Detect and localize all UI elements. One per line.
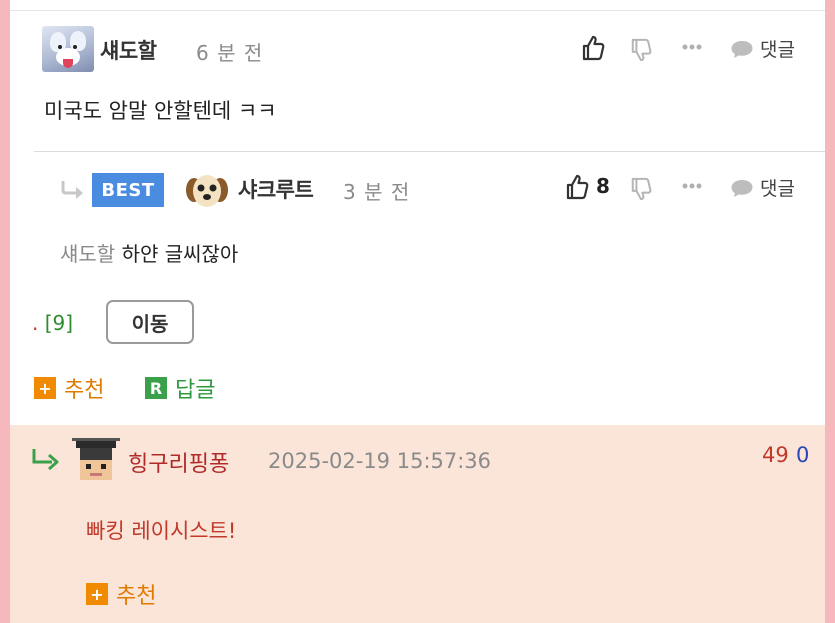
page-count-value: [9] [44,311,74,335]
user-avatar[interactable] [184,172,230,210]
comment-divider [34,151,825,152]
comment-body: 미국도 암말 안할텐데 ㅋㅋ [44,99,277,123]
comment-time: 3 분 전 [343,180,411,204]
user-avatar[interactable] [42,26,94,72]
more-icon[interactable] [681,42,703,52]
reply-button[interactable]: 댓글 [730,174,795,201]
recommend-button[interactable]: + 추천 [86,578,156,610]
reply-date: 2025-02-19 15:57:36 [268,449,492,473]
recommend-label: 추천 [116,584,157,609]
downvote-count: 0 [796,443,810,467]
plus-icon: + [34,377,56,399]
like-count: 8 [596,174,610,198]
comment-body: 섀도할 하얀 글씨잖아 [60,238,238,267]
top-divider [10,10,825,11]
best-badge: BEST [92,173,164,207]
thumbs-down-icon[interactable] [629,176,653,202]
reply-arrow-icon [30,447,60,477]
page-count: . [9] [32,311,73,335]
thumbs-down-icon[interactable] [629,37,653,63]
upvote-count: 49 [762,443,789,467]
mention-nickname[interactable]: 섀도할 [60,242,115,266]
reply-button[interactable]: 댓글 [730,35,795,62]
thumbs-up-icon[interactable] [580,34,606,62]
reply-label: 댓글 [760,39,795,61]
more-icon[interactable] [681,181,703,191]
goto-button[interactable]: 이동 [106,300,194,344]
speech-bubble-icon [731,40,753,58]
user-avatar[interactable] [72,438,120,484]
reply-nickname[interactable]: 힝구리핑퐁 [128,446,229,478]
reply-indent-arrow-icon [60,179,86,201]
recommend-label: 추천 [64,378,105,403]
reply-label: 댓글 [760,178,795,200]
thumbs-up-icon[interactable] [564,173,590,201]
comment-body-text: 하얀 글씨잖아 [121,242,239,266]
page-dot: . [32,311,39,335]
reply-body: 빠킹 레이시스트! [86,519,237,543]
comment-time: 6 분 전 [196,41,264,65]
speech-bubble-icon [731,179,753,197]
reply-r-icon: R [145,377,167,399]
reply-write-button[interactable]: R 답글 [145,372,215,404]
comment-nickname[interactable]: 섀도할 [100,35,157,65]
reply-write-label: 답글 [175,378,216,403]
plus-icon: + [86,583,108,605]
comment-nickname[interactable]: 샤크루트 [238,174,314,204]
comment-section: 섀도할 6 분 전 댓글 미국도 암말 안할텐데 ㅋㅋ BEST 샤크루트 3 … [10,0,825,623]
recommend-button[interactable]: + 추천 [34,372,104,404]
